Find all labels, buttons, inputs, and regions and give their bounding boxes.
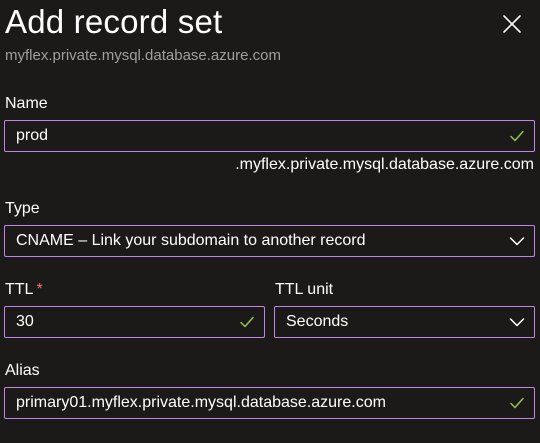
checkmark-icon bbox=[510, 397, 524, 409]
alias-input-value: primary01.myflex.private.mysql.database.… bbox=[16, 394, 386, 411]
checkmark-icon bbox=[240, 316, 254, 328]
alias-label: Alias bbox=[5, 362, 40, 379]
name-domain-suffix: .myflex.private.mysql.database.azure.com bbox=[235, 156, 534, 173]
name-input-value: prod bbox=[16, 127, 49, 144]
chevron-down-icon bbox=[509, 237, 525, 246]
chevron-down-icon bbox=[509, 318, 525, 327]
name-label: Name bbox=[5, 95, 48, 112]
type-select-value: CNAME – Link your subdomain to another r… bbox=[16, 232, 366, 249]
ttl-unit-select-value: Seconds bbox=[286, 313, 349, 330]
required-marker: * bbox=[36, 281, 43, 298]
ttl-input[interactable]: 30 bbox=[4, 306, 265, 338]
ttl-label: TTL * bbox=[5, 281, 43, 299]
type-select[interactable]: CNAME – Link your subdomain to another r… bbox=[4, 225, 535, 257]
add-record-set-panel: Add record set myflex.private.mysql.data… bbox=[0, 0, 540, 443]
ttl-unit-label: TTL unit bbox=[275, 281, 334, 298]
close-icon bbox=[503, 15, 521, 33]
panel-title: Add record set bbox=[5, 3, 223, 40]
type-label: Type bbox=[5, 200, 40, 217]
ttl-label-text: TTL bbox=[5, 281, 34, 298]
checkmark-icon bbox=[510, 130, 524, 142]
name-input[interactable]: prod bbox=[4, 120, 535, 152]
panel-subtitle: myflex.private.mysql.database.azure.com bbox=[5, 47, 281, 64]
ttl-unit-select[interactable]: Seconds bbox=[274, 306, 535, 338]
alias-input[interactable]: primary01.myflex.private.mysql.database.… bbox=[4, 387, 535, 419]
ttl-input-value: 30 bbox=[16, 313, 34, 330]
close-button[interactable] bbox=[500, 12, 524, 36]
